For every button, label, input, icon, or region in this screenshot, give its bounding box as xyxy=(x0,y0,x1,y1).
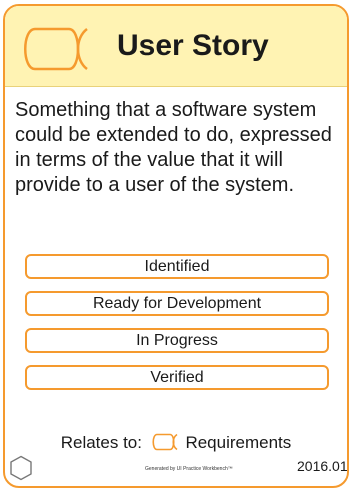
state-ready-for-development: Ready for Development xyxy=(25,291,329,316)
card-header: User Story xyxy=(5,6,347,87)
card-title: User Story xyxy=(117,29,269,62)
generated-by-label: Generated by UI Practice Workbench™ xyxy=(145,466,233,472)
alpha-icon xyxy=(152,433,178,451)
state-list: Identified Ready for Development In Prog… xyxy=(25,254,329,402)
alpha-icon xyxy=(24,27,88,71)
user-story-card: User Story Something that a software sys… xyxy=(3,4,349,488)
card-description: Something that a software system could b… xyxy=(15,99,332,196)
version-label: 2016.01 xyxy=(297,458,348,474)
hexagon-icon xyxy=(10,455,32,481)
state-identified: Identified xyxy=(25,254,329,279)
state-verified: Verified xyxy=(25,365,329,390)
relates-prefix: Relates to: xyxy=(60,433,142,452)
relates-to-line: Relates to: Requirements xyxy=(5,432,347,454)
state-in-progress: In Progress xyxy=(25,328,329,353)
relates-target: Requirements xyxy=(185,433,292,452)
